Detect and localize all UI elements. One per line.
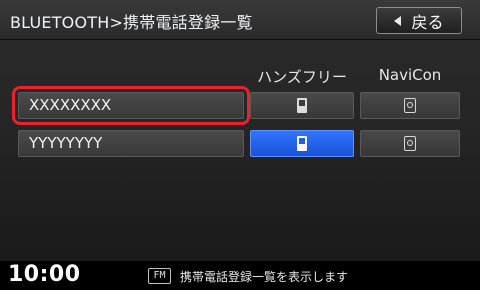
page-title: BLUETOOTH>携帯電話登録一覧 <box>10 13 253 32</box>
handsfree-toggle[interactable] <box>250 92 354 119</box>
device-name-button[interactable]: YYYYYYYY <box>18 130 244 157</box>
phone-icon <box>297 136 307 151</box>
phone-icon <box>297 98 307 113</box>
screen: BLUETOOTH>携帯電話登録一覧 戻る ハンズフリー NaviCon XXX… <box>0 0 480 290</box>
header-bar: BLUETOOTH>携帯電話登録一覧 戻る <box>0 0 480 40</box>
source-badge: FM <box>148 268 171 284</box>
left-triangle-icon <box>394 15 402 26</box>
status-message: 携帯電話登録一覧を表示します <box>180 270 349 284</box>
navicon-toggle[interactable] <box>360 130 460 157</box>
clock: 10:00 <box>8 262 81 287</box>
status-bar: 10:00 FM 携帯電話登録一覧を表示します <box>0 260 480 290</box>
navicon-toggle[interactable] <box>360 92 460 119</box>
navicon-icon <box>404 98 416 113</box>
back-button-label: 戻る <box>411 12 444 32</box>
column-header-handsfree: ハンズフリー <box>257 68 347 86</box>
column-header-navicon: NaviCon <box>378 66 442 84</box>
navicon-icon <box>404 136 416 151</box>
device-name-button[interactable]: XXXXXXXX <box>12 86 250 125</box>
handsfree-toggle[interactable] <box>250 130 354 157</box>
back-button[interactable]: 戻る <box>376 7 462 34</box>
